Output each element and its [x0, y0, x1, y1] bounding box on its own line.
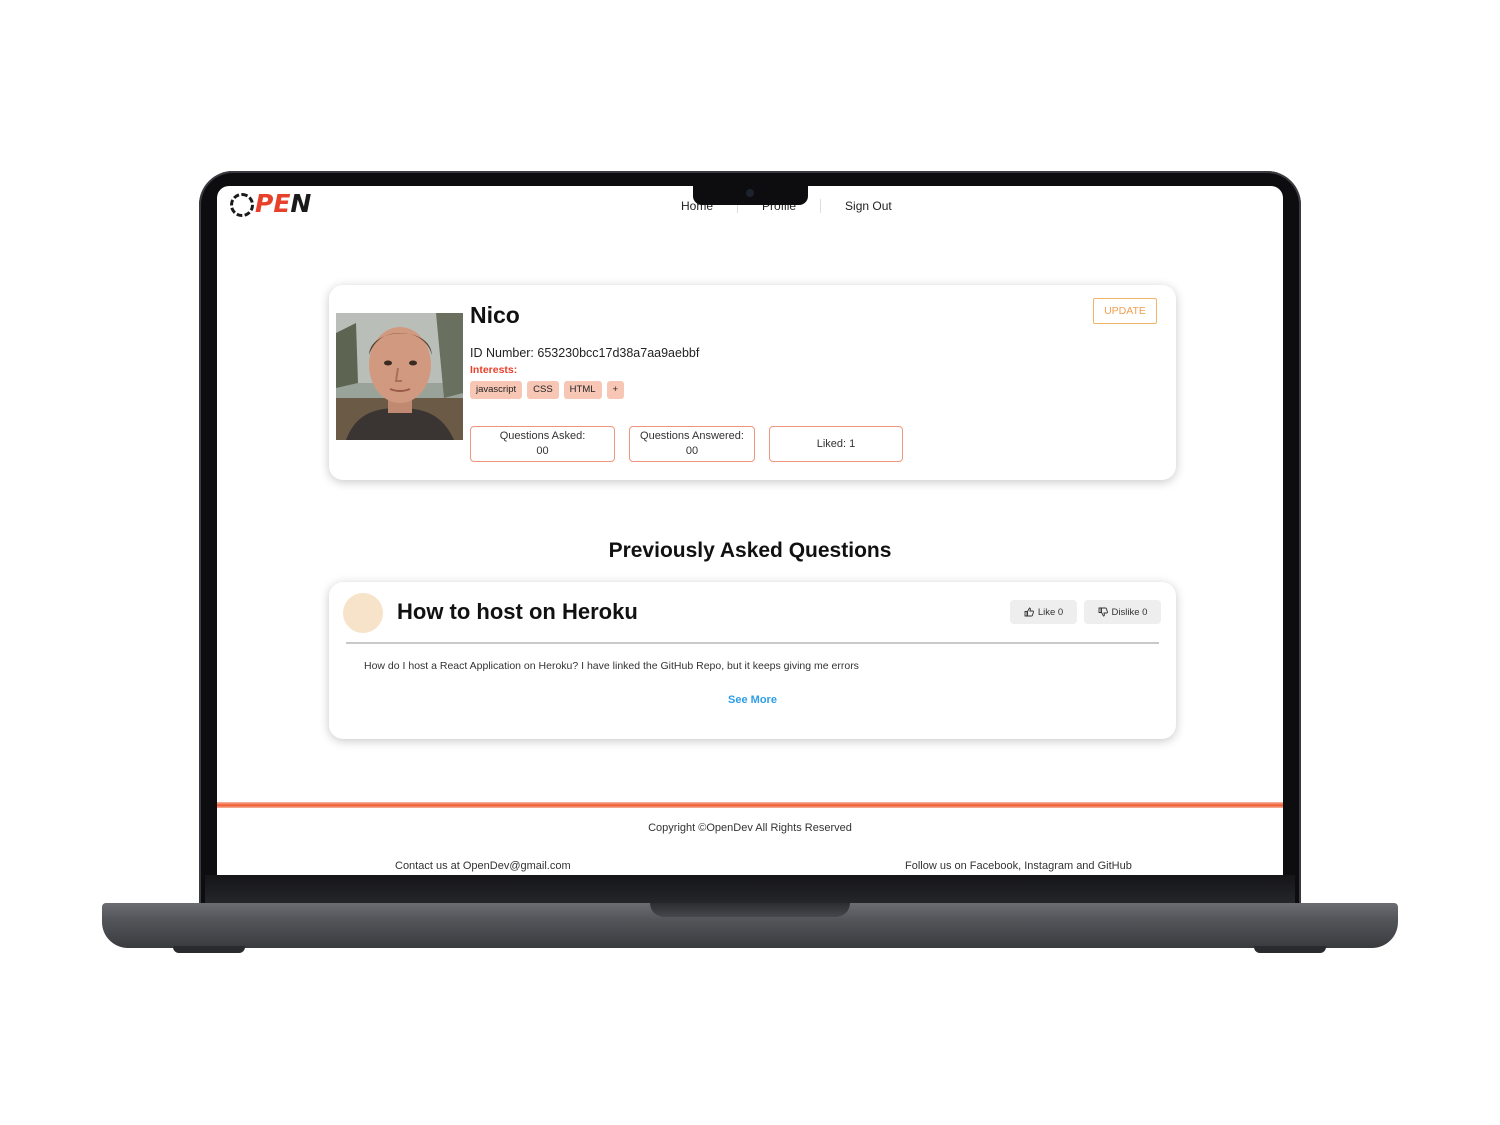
- question-avatar: [343, 593, 383, 633]
- webcam-icon: [746, 189, 754, 197]
- see-more-text[interactable]: See More: [728, 694, 777, 706]
- stat-liked: Liked: 1: [769, 426, 903, 462]
- section-title: Previously Asked Questions: [608, 539, 892, 562]
- logo-text-n: N: [290, 189, 312, 218]
- interest-tags: javascript CSS HTML +: [470, 381, 625, 399]
- logo-ring-icon: [230, 193, 254, 217]
- stat-answered-label: Questions Answered:: [640, 430, 744, 442]
- profile-card: Nico ID Number: 653230bcc17d38a7aa9aebbf…: [329, 285, 1176, 480]
- footer-follow: Follow us on Facebook, Instagram and Git…: [905, 860, 1132, 872]
- nav-sign-out[interactable]: Sign Out: [821, 199, 916, 213]
- footer-contact: Contact us at OpenDev@gmail.com: [395, 860, 571, 872]
- see-more-link: See More: [329, 694, 1176, 706]
- question-actions: Like 0 Dislike 0: [1010, 600, 1161, 624]
- like-label: Like 0: [1037, 606, 1064, 618]
- like-button[interactable]: Like 0: [1010, 600, 1077, 624]
- profile-stats: Questions Asked: 00 Questions Answered: …: [470, 426, 903, 462]
- stat-questions-answered: Questions Answered: 00: [629, 426, 755, 462]
- footer-copyright: Copyright ©OpenDev All Rights Reserved: [648, 822, 852, 834]
- tag-css[interactable]: CSS: [527, 381, 559, 399]
- question-card: How to host on Heroku Like 0 Dislike 0 H…: [329, 582, 1176, 739]
- profile-avatar: [336, 313, 463, 440]
- question-title[interactable]: How to host on Heroku: [397, 599, 638, 625]
- laptop-foot-right: [1254, 946, 1326, 953]
- laptop-foot-left: [173, 946, 245, 953]
- add-tag-button[interactable]: +: [606, 381, 625, 399]
- stat-asked-label: Questions Asked:: [499, 430, 586, 442]
- dislike-label: Dislike 0: [1111, 606, 1148, 618]
- laptop-bezel: [205, 875, 1295, 905]
- footer-divider: [217, 802, 1283, 808]
- tag-javascript[interactable]: javascript: [470, 381, 523, 399]
- question-divider: [346, 642, 1159, 644]
- stat-questions-asked: Questions Asked: 00: [470, 426, 615, 462]
- profile-id: ID Number: 653230bcc17d38a7aa9aebbf: [470, 346, 700, 360]
- question-body: How do I host a React Application on Her…: [364, 660, 859, 672]
- tag-html[interactable]: HTML: [563, 381, 602, 399]
- screen: PEN Home Profile Sign Out Nico ID Number…: [217, 186, 1283, 875]
- stat-asked-value: 00: [536, 445, 549, 457]
- stat-answered-value: 00: [685, 445, 699, 457]
- laptop-lip: [650, 903, 850, 917]
- profile-name: Nico: [470, 302, 520, 328]
- open-logo[interactable]: PEN: [230, 189, 311, 218]
- interests-label: Interests:: [470, 364, 518, 376]
- logo-text-pe: PE: [255, 189, 291, 218]
- update-button[interactable]: UPDATE: [1093, 298, 1157, 324]
- thumbs-down-icon: [1098, 607, 1108, 617]
- thumbs-up-icon: [1024, 607, 1034, 617]
- profile-photo: [336, 313, 463, 440]
- stat-liked-text: Liked: 1: [816, 437, 856, 450]
- dislike-button[interactable]: Dislike 0: [1084, 600, 1161, 624]
